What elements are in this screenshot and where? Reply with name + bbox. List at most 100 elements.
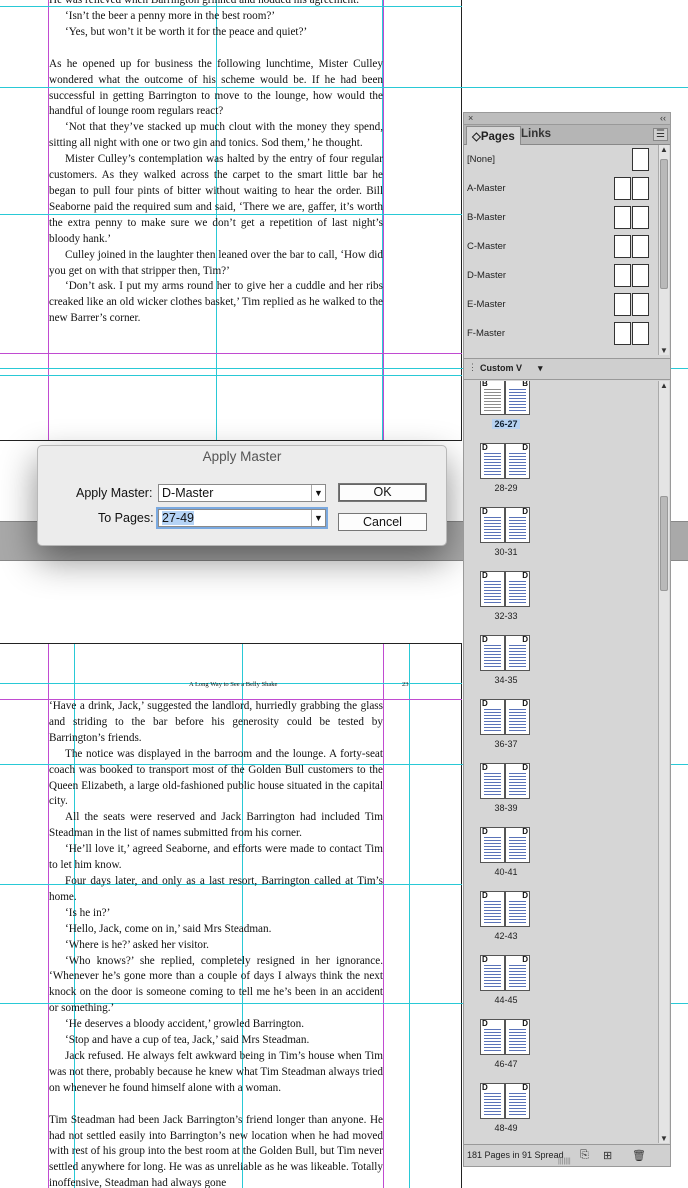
- scroll-thumb[interactable]: [660, 496, 668, 591]
- spread-label[interactable]: 42-43: [464, 931, 548, 941]
- spread-thumbnail[interactable]: DD: [480, 1019, 532, 1055]
- page-thumbnail[interactable]: D: [505, 635, 530, 671]
- master-item[interactable]: B-Master: [464, 203, 658, 232]
- page-thumbnail[interactable]: D: [505, 827, 530, 863]
- spread-thumbnail[interactable]: DD: [480, 699, 532, 735]
- scroll-down-icon[interactable]: ▼: [660, 1134, 668, 1143]
- grip-icon[interactable]: ⋮: [468, 362, 477, 373]
- spread-thumbnail[interactable]: DD: [480, 955, 532, 991]
- spread-label[interactable]: 36-37: [464, 739, 548, 749]
- page-thumbnail[interactable]: D: [480, 1083, 505, 1119]
- paragraph: ‘Have a drink, Jack,’ suggested the land…: [49, 700, 383, 744]
- page-thumbnail[interactable]: D: [505, 699, 530, 735]
- master-thumbnail[interactable]: [614, 177, 631, 200]
- masters-scrollbar[interactable]: ▲ ▼: [658, 145, 669, 355]
- page-thumbnail[interactable]: D: [505, 891, 530, 927]
- page-thumbnail[interactable]: D: [480, 507, 505, 543]
- to-pages-input[interactable]: 27-49 ▼: [158, 509, 326, 527]
- master-thumbnail[interactable]: [632, 264, 649, 287]
- scroll-up-icon[interactable]: ▲: [660, 145, 668, 154]
- master-item[interactable]: [None]: [464, 145, 658, 174]
- top-text-frame[interactable]: He was relieved when Barrington grinned …: [49, 0, 383, 327]
- page-thumbnail[interactable]: D: [505, 955, 530, 991]
- edit-page-size-icon[interactable]: ⎘: [580, 1149, 589, 1162]
- panel-menu-icon[interactable]: ☰: [653, 128, 668, 141]
- paragraph: ‘Is he in?’: [65, 906, 111, 919]
- close-icon[interactable]: ×: [468, 113, 473, 123]
- master-item[interactable]: A-Master: [464, 174, 658, 203]
- ok-button[interactable]: OK: [338, 483, 427, 502]
- spread-label[interactable]: 26-27: [464, 419, 548, 429]
- spread-label[interactable]: 40-41: [464, 867, 548, 877]
- panel-divider[interactable]: ⋮ Custom V ▾: [464, 358, 670, 380]
- page-thumbnail[interactable]: D: [505, 1019, 530, 1055]
- page-thumbnail[interactable]: D: [480, 635, 505, 671]
- spread-thumbnail[interactable]: DD: [480, 571, 532, 607]
- page-thumbnail[interactable]: D: [480, 891, 505, 927]
- collapse-icon[interactable]: ‹‹: [660, 113, 666, 123]
- master-thumbnail[interactable]: [632, 177, 649, 200]
- spread-thumbnail[interactable]: DD: [480, 443, 532, 479]
- spread-label[interactable]: 28-29: [464, 483, 548, 493]
- bottom-text-frame[interactable]: ‘Have a drink, Jack,’ suggested the land…: [49, 699, 383, 1188]
- spread-thumbnail[interactable]: DD: [480, 635, 532, 671]
- spreads-scrollbar[interactable]: ▲ ▼: [658, 381, 669, 1143]
- spread-label[interactable]: 38-39: [464, 803, 548, 813]
- master-thumbnail[interactable]: [614, 293, 631, 316]
- dropdown-arrow-icon[interactable]: ▼: [311, 485, 325, 501]
- master-letter: D: [482, 443, 488, 452]
- page-thumbnail[interactable]: D: [480, 699, 505, 735]
- master-thumbnail[interactable]: [632, 206, 649, 229]
- resize-grip-icon[interactable]: |||||||: [558, 1158, 571, 1165]
- page-thumbnail[interactable]: B: [505, 381, 530, 415]
- master-thumbnail[interactable]: [614, 264, 631, 287]
- spread-label[interactable]: 46-47: [464, 1059, 548, 1069]
- spread-label[interactable]: 32-33: [464, 611, 548, 621]
- master-thumbnail[interactable]: [632, 235, 649, 258]
- page-thumbnail[interactable]: D: [480, 955, 505, 991]
- page-thumbnail[interactable]: D: [480, 571, 505, 607]
- spread-thumbnail[interactable]: DD: [480, 891, 532, 927]
- new-page-icon[interactable]: ⊞: [603, 1149, 612, 1162]
- master-thumbnail[interactable]: [632, 148, 649, 171]
- spread-thumbnail[interactable]: DD: [480, 763, 532, 799]
- spread-thumbnail[interactable]: DD: [480, 1083, 532, 1119]
- master-thumbnail[interactable]: [614, 322, 631, 345]
- trash-icon[interactable]: 🗑: [632, 1149, 646, 1162]
- spread-label[interactable]: 34-35: [464, 675, 548, 685]
- page-thumbnail[interactable]: D: [480, 827, 505, 863]
- page-thumbnail[interactable]: D: [505, 443, 530, 479]
- page-thumbnail[interactable]: D: [505, 1083, 530, 1119]
- spread-thumbnail[interactable]: DD: [480, 827, 532, 863]
- tab-links[interactable]: Links: [516, 126, 556, 145]
- master-item[interactable]: F-Master: [464, 319, 658, 348]
- spread-label[interactable]: 48-49: [464, 1123, 548, 1133]
- dropdown-arrow-icon[interactable]: ▾: [538, 363, 543, 374]
- scroll-up-icon[interactable]: ▲: [660, 381, 668, 390]
- cancel-button[interactable]: Cancel: [338, 513, 427, 531]
- master-item[interactable]: D-Master: [464, 261, 658, 290]
- page-thumbnail[interactable]: D: [480, 763, 505, 799]
- spread-label[interactable]: 30-31: [464, 547, 548, 557]
- page-thumbnail[interactable]: D: [480, 1019, 505, 1055]
- tab-pages[interactable]: ◇Pages: [466, 126, 521, 145]
- dropdown-arrow-icon[interactable]: ▼: [311, 510, 325, 526]
- master-thumbnail[interactable]: [632, 322, 649, 345]
- master-thumbnail[interactable]: [632, 293, 649, 316]
- page-thumbnail[interactable]: B: [480, 381, 505, 415]
- master-thumbnail[interactable]: [614, 235, 631, 258]
- scroll-thumb[interactable]: [660, 159, 668, 289]
- scroll-down-icon[interactable]: ▼: [660, 346, 668, 355]
- spread-thumbnail[interactable]: BB: [480, 381, 532, 415]
- master-item[interactable]: C-Master: [464, 232, 658, 261]
- master-item[interactable]: E-Master: [464, 290, 658, 319]
- spread-thumbnail[interactable]: DD: [480, 507, 532, 543]
- page-thumbnail[interactable]: D: [505, 571, 530, 607]
- spread-label[interactable]: 44-45: [464, 995, 548, 1005]
- view-select[interactable]: Custom V ▾: [480, 363, 550, 377]
- master-thumbnail[interactable]: [614, 206, 631, 229]
- page-thumbnail[interactable]: D: [505, 507, 530, 543]
- apply-master-select[interactable]: D-Master ▼: [158, 484, 326, 502]
- page-thumbnail[interactable]: D: [480, 443, 505, 479]
- page-thumbnail[interactable]: D: [505, 763, 530, 799]
